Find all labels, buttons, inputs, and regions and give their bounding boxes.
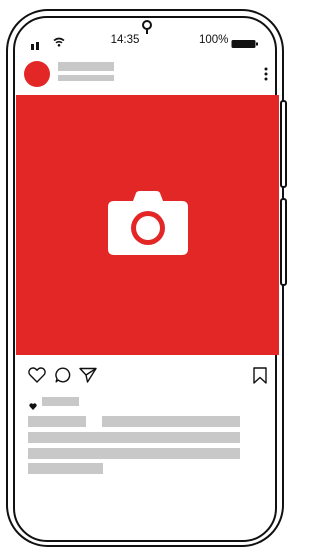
likes-count-placeholder[interactable] bbox=[42, 397, 79, 406]
small-heart-icon bbox=[29, 397, 37, 410]
location-placeholder bbox=[58, 75, 114, 81]
wifi-icon bbox=[53, 34, 65, 47]
heart-icon[interactable] bbox=[28, 367, 46, 383]
caption-line-1 bbox=[102, 416, 240, 427]
share-icon[interactable] bbox=[79, 367, 97, 383]
side-button-lower bbox=[280, 198, 287, 286]
caption-line-4 bbox=[28, 463, 103, 474]
side-button-upper bbox=[280, 100, 287, 188]
status-time: 14:35 bbox=[110, 34, 140, 46]
caption-line-3 bbox=[28, 448, 240, 459]
signal-bars-icon bbox=[31, 37, 41, 50]
avatar[interactable] bbox=[24, 61, 50, 87]
battery-icon bbox=[231, 36, 259, 48]
bookmark-icon[interactable] bbox=[253, 367, 267, 384]
camera-icon bbox=[106, 189, 190, 257]
comment-icon[interactable] bbox=[55, 367, 71, 383]
battery-percent: 100% bbox=[199, 34, 229, 46]
username-placeholder[interactable] bbox=[58, 62, 114, 71]
caption-username-placeholder[interactable] bbox=[28, 416, 86, 427]
camera-stem bbox=[146, 29, 148, 34]
more-vertical-icon[interactable] bbox=[263, 67, 269, 83]
caption-line-2 bbox=[28, 432, 240, 443]
